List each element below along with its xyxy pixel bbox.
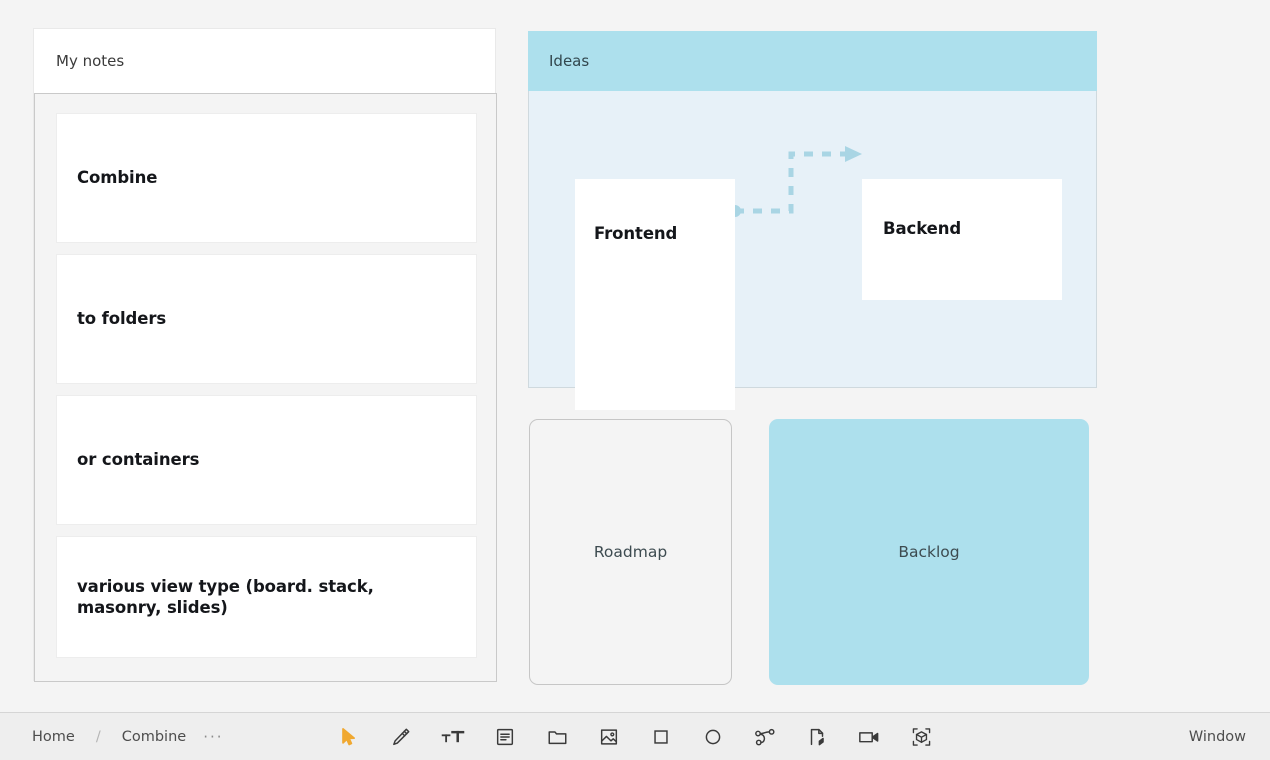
breadcrumb-item-home[interactable]: Home <box>27 729 80 745</box>
breadcrumb[interactable]: Home / Combine ··· <box>0 728 224 746</box>
ideas-panel[interactable]: Ideas Frontend Backend <box>528 31 1097 410</box>
notes-panel[interactable]: My notes Combine to folders or container… <box>33 28 497 682</box>
tool-connector[interactable] <box>739 715 791 759</box>
ideas-panel-header: Ideas <box>528 31 1097 91</box>
breadcrumb-separator: / <box>95 728 101 745</box>
tool-video[interactable] <box>843 715 895 759</box>
tool-ellipse[interactable] <box>687 715 739 759</box>
tool-rectangle[interactable] <box>635 715 687 759</box>
ideas-panel-body[interactable]: Frontend Backend <box>528 91 1097 410</box>
cursor-icon <box>338 726 360 748</box>
note-card[interactable]: or containers <box>56 395 477 525</box>
note-icon <box>494 726 516 748</box>
note-card-text: or containers <box>77 450 200 470</box>
tool-note[interactable] <box>479 715 531 759</box>
tool-text[interactable] <box>427 715 479 759</box>
breadcrumb-more-icon[interactable]: ··· <box>191 728 223 746</box>
diagram-node-label: Frontend <box>594 224 678 243</box>
note-card-text: various view type (board. stack, masonry… <box>77 576 374 617</box>
tool-folder[interactable] <box>531 715 583 759</box>
board-card-roadmap[interactable]: Roadmap <box>529 419 732 685</box>
breadcrumb-item-current[interactable]: Combine <box>117 729 191 745</box>
circle-icon <box>702 726 724 748</box>
board-canvas[interactable]: My notes Combine to folders or container… <box>0 0 1270 760</box>
note-card-text: Combine <box>77 168 158 188</box>
bottom-toolbar[interactable]: Home / Combine ··· Window <box>0 712 1270 760</box>
note-card-text: to folders <box>77 309 167 329</box>
audio-file-icon <box>806 726 828 748</box>
board-card-backlog[interactable]: Backlog <box>769 419 1089 685</box>
tool-audio[interactable] <box>791 715 843 759</box>
text-size-icon <box>440 726 466 748</box>
connector-icon <box>753 726 777 748</box>
ideas-panel-title: Ideas <box>549 52 590 70</box>
notes-list[interactable]: Combine to folders or containers various… <box>34 93 497 682</box>
tool-image[interactable] <box>583 715 635 759</box>
video-camera-icon <box>857 726 881 748</box>
tool-pencil[interactable] <box>375 715 427 759</box>
notes-panel-title: My notes <box>56 52 125 70</box>
tool-cursor[interactable] <box>323 715 375 759</box>
tool-3d-object[interactable] <box>895 715 947 759</box>
diagram-node-backend[interactable]: Backend <box>862 179 1062 300</box>
board-card-label: Roadmap <box>593 543 668 561</box>
cube-3d-icon <box>910 726 933 748</box>
board-card-label: Backlog <box>898 543 960 561</box>
image-icon <box>598 726 620 748</box>
notes-panel-header: My notes <box>34 29 495 93</box>
square-icon <box>650 726 672 748</box>
note-card[interactable]: various view type (board. stack, masonry… <box>56 536 477 658</box>
folder-icon <box>546 726 569 748</box>
diagram-node-frontend[interactable]: Frontend <box>575 179 735 410</box>
note-card[interactable]: Combine <box>56 113 477 243</box>
note-card[interactable]: to folders <box>56 254 477 384</box>
pencil-icon <box>390 726 412 748</box>
diagram-node-label: Backend <box>883 219 962 238</box>
window-button[interactable]: Window <box>1189 729 1246 745</box>
